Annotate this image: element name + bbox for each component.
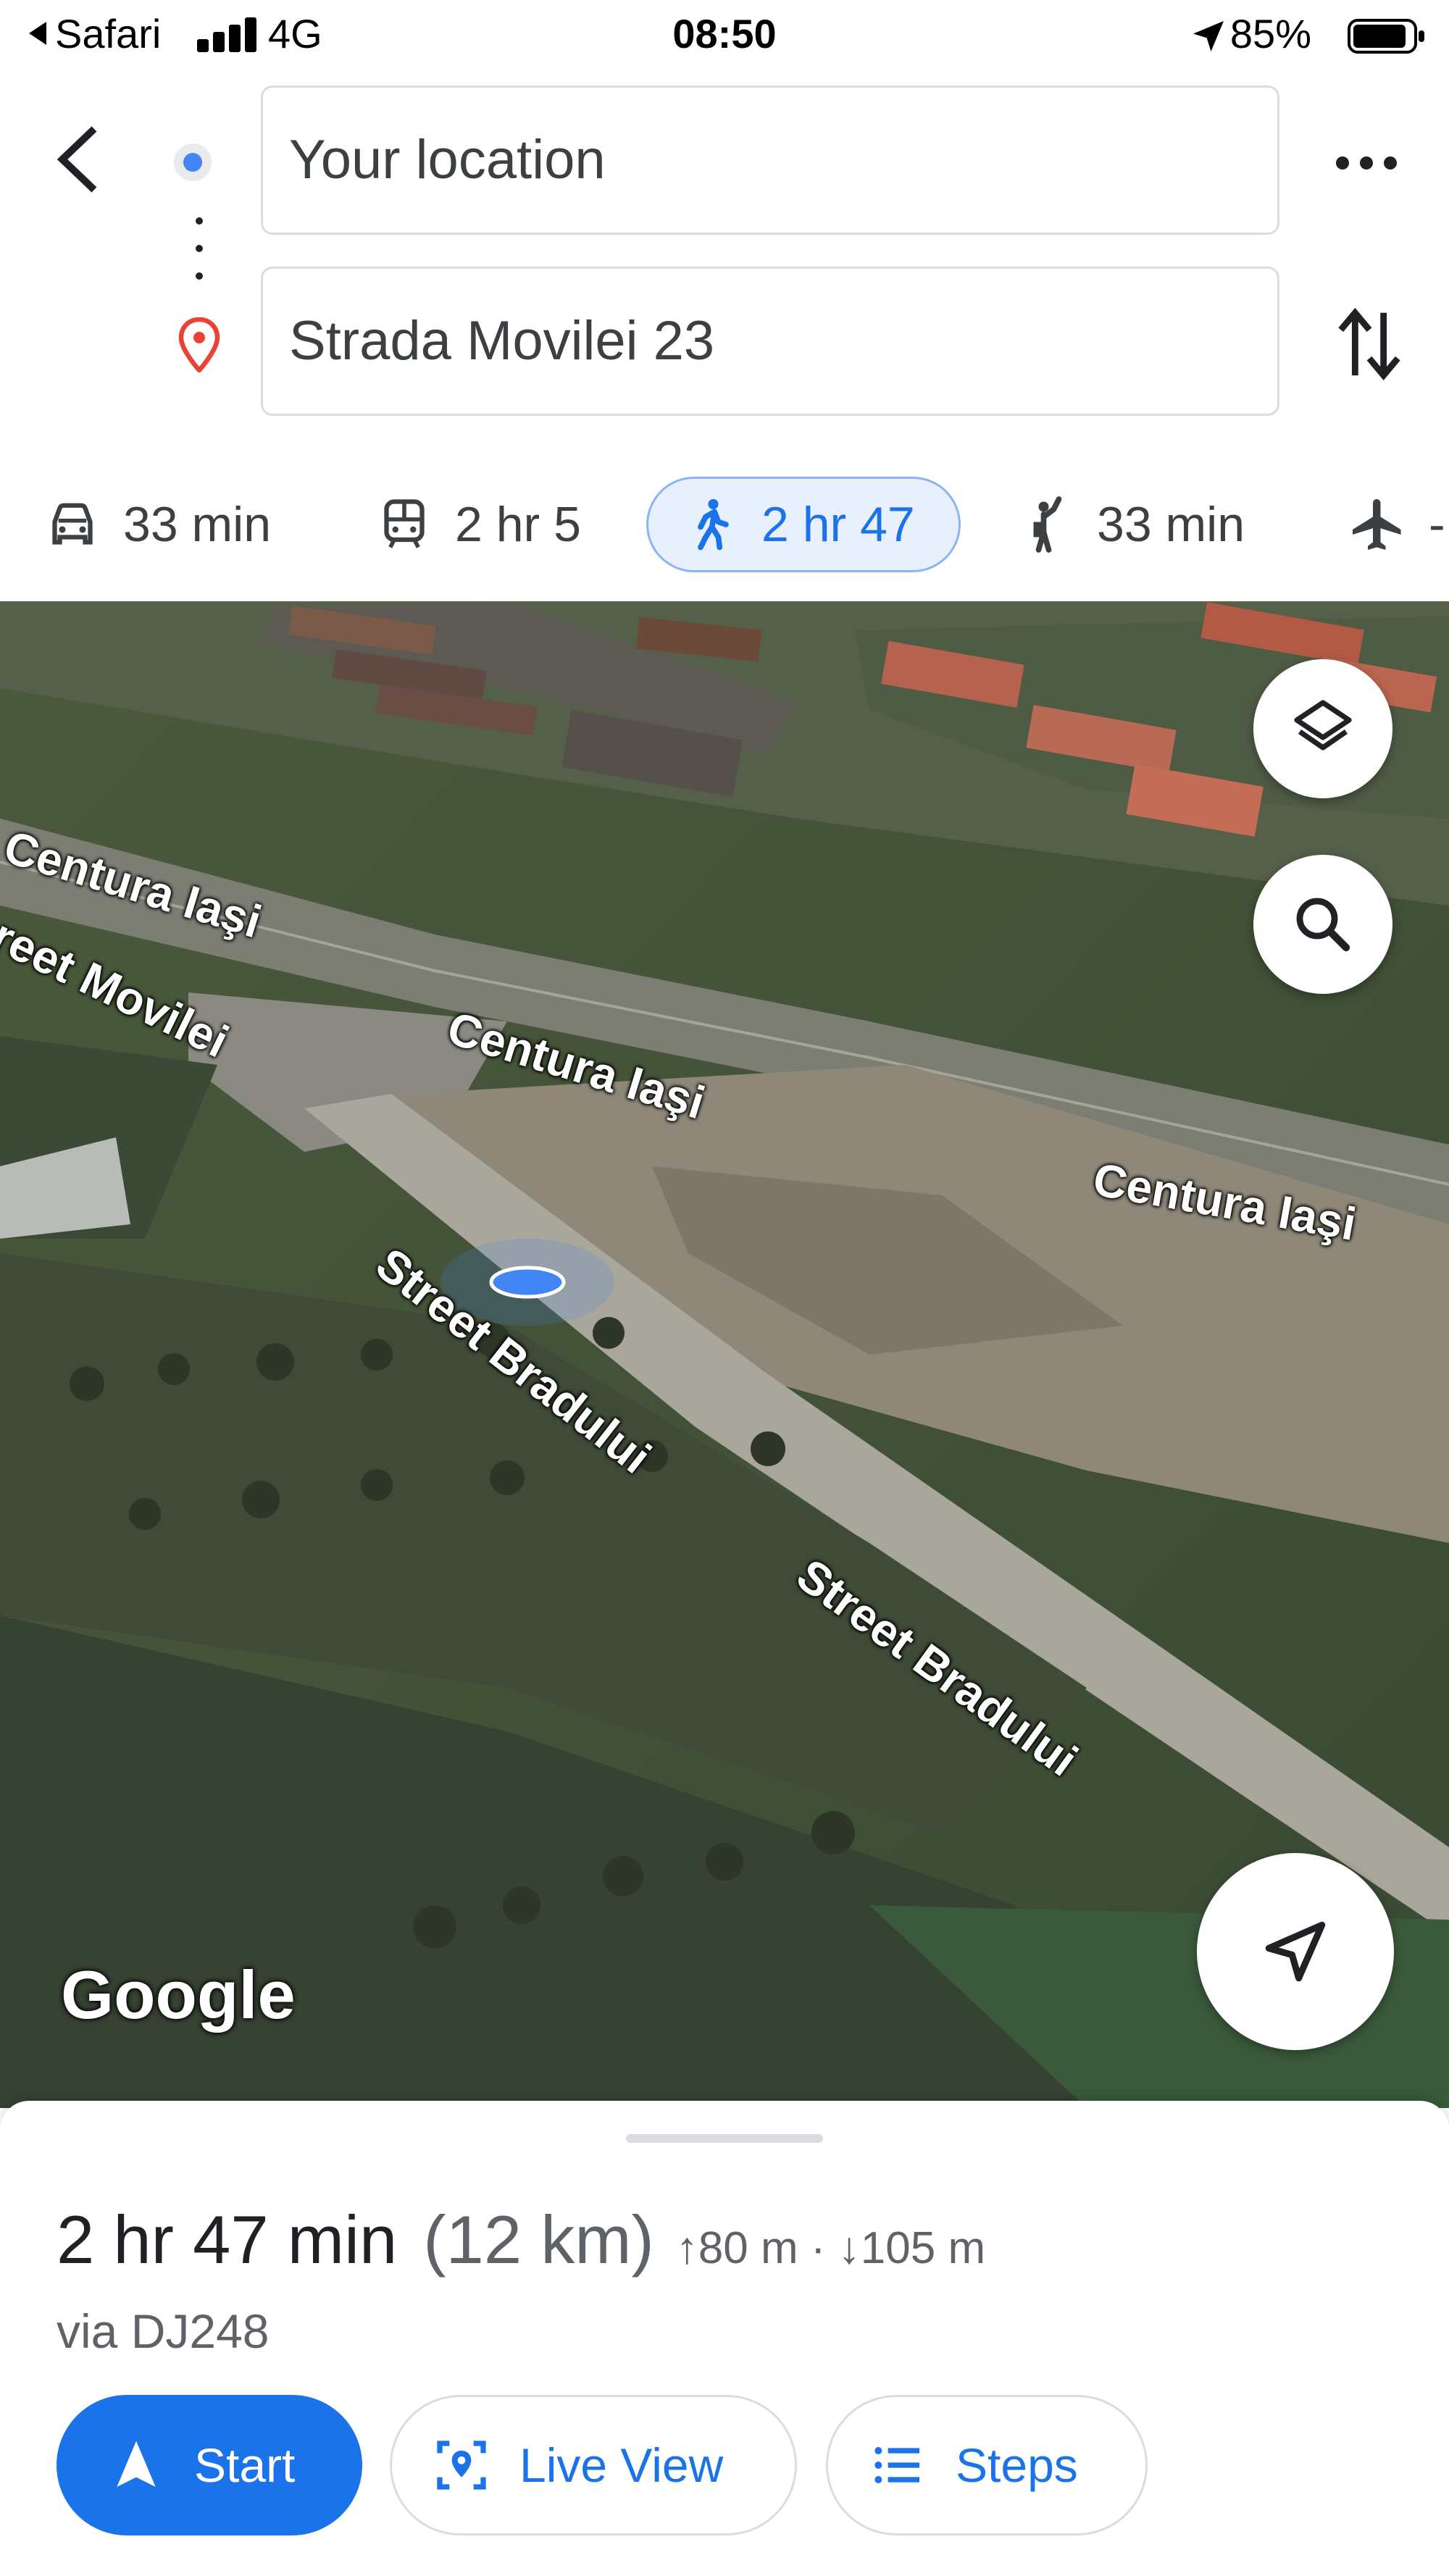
battery-icon <box>1348 19 1424 54</box>
battery-percent: 85% <box>1229 11 1311 57</box>
live-view-label: Live View <box>519 2438 724 2492</box>
tab-flights[interactable]: - <box>1348 477 1445 572</box>
layers-button[interactable] <box>1253 659 1392 798</box>
route-duration: 2 hr 47 min <box>57 2201 398 2278</box>
steps-label: Steps <box>956 2438 1078 2492</box>
tab-ride-hailing-label: 33 min <box>1097 497 1245 552</box>
start-label: Start <box>194 2438 296 2492</box>
tab-walking-label: 2 hr 47 <box>761 497 915 552</box>
recenter-button[interactable] <box>1197 1853 1394 2050</box>
layers-icon <box>1294 700 1352 750</box>
tab-ride-hailing[interactable]: 33 min <box>1016 477 1245 572</box>
car-icon <box>52 503 93 545</box>
origin-input[interactable]: Your location <box>261 85 1279 235</box>
tab-walking[interactable]: 2 hr 47 <box>646 477 961 572</box>
status-bar: Safari 4G 08:50 85% <box>0 0 1449 72</box>
navigation-arrow-icon <box>1265 1921 1326 1982</box>
elevation-info: ↑80 m · ↓105 m <box>675 2223 986 2273</box>
google-logo: Google <box>61 1957 296 2033</box>
elevation-up-icon: ↑ <box>675 2223 698 2273</box>
elevation-down: 105 m <box>860 2223 986 2273</box>
steps-button[interactable]: Steps <box>826 2395 1148 2535</box>
destination-pin-icon <box>178 317 220 372</box>
route-summary-sheet: 2 hr 47 min (12 km) ↑80 m · ↓105 m via DJ2… <box>0 2101 1449 2576</box>
search-along-route-button[interactable] <box>1253 855 1392 994</box>
origin-dot-icon <box>174 143 212 181</box>
route-via: via DJ248 <box>57 2304 270 2358</box>
tab-transit-label: 2 hr 5 <box>455 497 581 552</box>
location-services-icon <box>1193 21 1224 51</box>
ride-hail-icon <box>1033 496 1062 553</box>
navigation-icon <box>117 2441 156 2487</box>
tab-flights-label: - <box>1429 497 1445 552</box>
live-view-button[interactable]: Live View <box>390 2395 797 2535</box>
train-icon <box>384 499 425 548</box>
walk-icon <box>698 499 729 551</box>
route-summary: 2 hr 47 min (12 km) ↑80 m · ↓105 m <box>57 2201 985 2279</box>
tab-driving-label: 33 min <box>123 497 272 552</box>
tab-transit[interactable]: 2 hr 5 <box>374 477 581 572</box>
live-view-icon <box>437 2441 486 2490</box>
search-icon <box>1296 898 1350 952</box>
satellite-map[interactable]: Centura Iaşi reet Movilei Centura Iaşi C… <box>0 601 1449 2108</box>
more-options-icon[interactable] <box>1330 142 1403 185</box>
elevation-up: 80 m <box>698 2223 798 2273</box>
list-icon <box>874 2447 919 2483</box>
tab-driving[interactable]: 33 min <box>42 477 271 572</box>
elevation-down-icon: ↓ <box>838 2223 861 2273</box>
start-button[interactable]: Start <box>57 2395 362 2535</box>
swap-icon[interactable] <box>1335 304 1404 384</box>
route-dots-icon <box>196 217 203 283</box>
travel-mode-tabs: 33 min 2 hr 5 2 hr 47 33 min - <box>0 464 1449 587</box>
destination-input[interactable]: Strada Movilei 23 <box>261 267 1279 416</box>
route-distance: (12 km) <box>423 2201 654 2278</box>
back-arrow-icon[interactable] <box>51 123 109 196</box>
drag-handle[interactable] <box>626 2134 823 2143</box>
flight-icon <box>1353 499 1401 550</box>
